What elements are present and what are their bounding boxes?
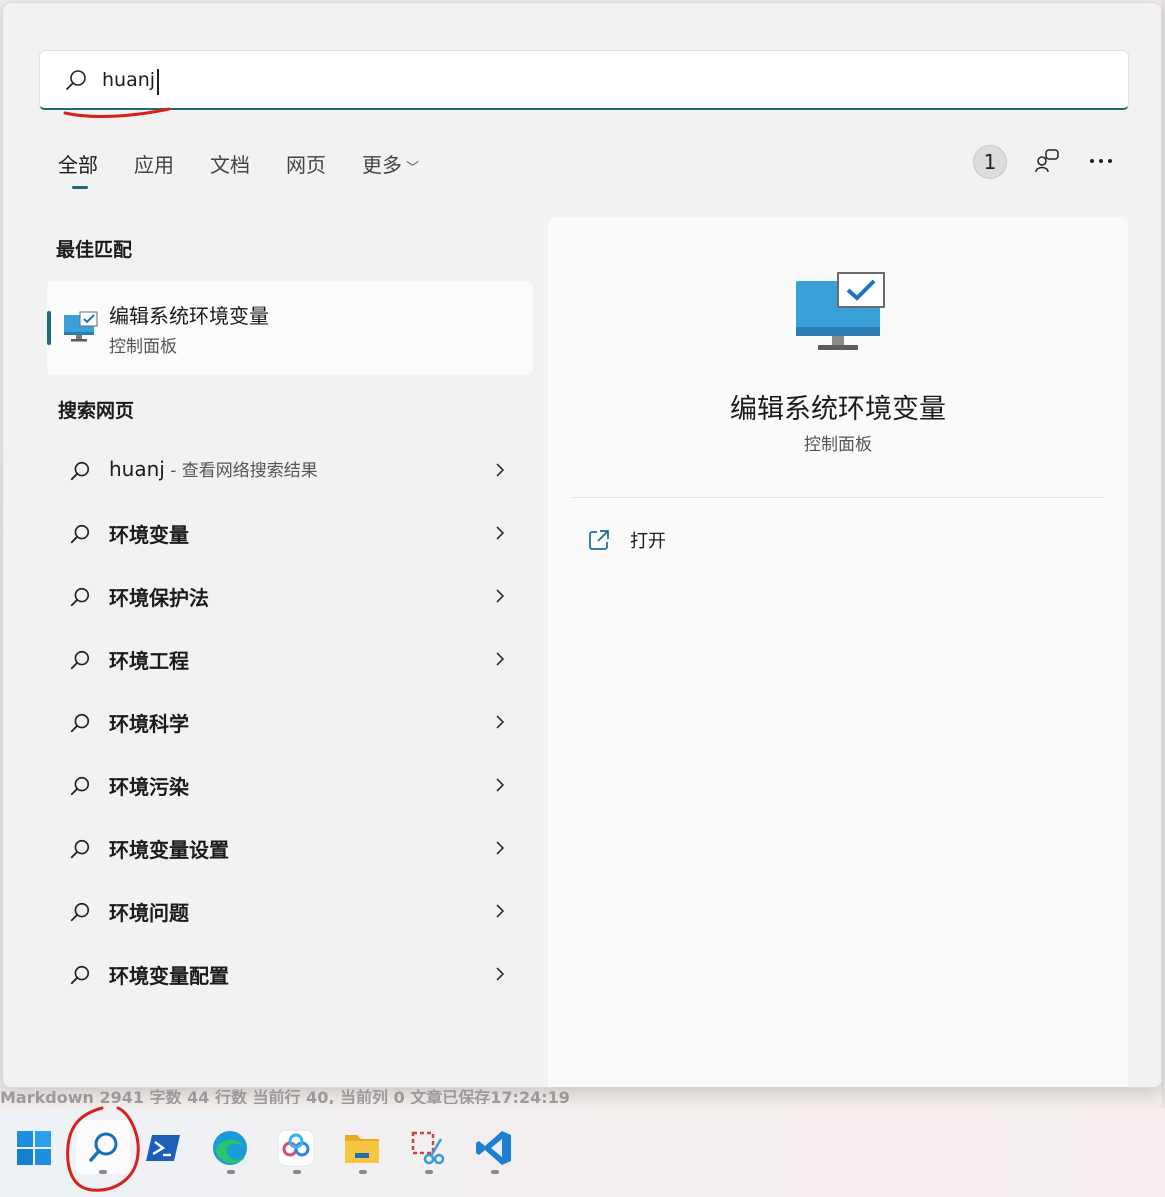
result-label: 环境工程 (109, 649, 189, 673)
result-label: 环境保护法 (109, 586, 209, 610)
best-match-subtitle: 控制面板 (109, 337, 177, 357)
chevron-right-icon (496, 715, 505, 729)
running-indicator (425, 1170, 433, 1174)
search-icon (70, 902, 90, 922)
search-icon (66, 69, 86, 90)
result-label: huanj (109, 457, 165, 481)
detail-title: 编辑系统环境变量 (730, 394, 946, 425)
search-box[interactable] (39, 50, 1129, 110)
search-icon (70, 461, 90, 481)
chevron-right-icon (496, 904, 505, 918)
list-item[interactable]: 环境保护法 (47, 565, 533, 628)
system-properties-icon (796, 272, 885, 350)
system-properties-icon (64, 311, 98, 342)
search-input[interactable] (102, 68, 1002, 91)
open-action[interactable]: 打开 (588, 527, 666, 553)
tab-more[interactable]: 更多 ﹀ (362, 149, 419, 189)
chevron-down-icon: ﹀ (406, 161, 420, 176)
running-indicator (227, 1170, 235, 1174)
powershell-icon[interactable] (142, 1126, 186, 1170)
selection-indicator (47, 311, 51, 345)
detail-pane: 编辑系统环境变量 控制面板 打开 (548, 217, 1128, 1087)
search-icon (70, 965, 90, 985)
people-share-icon[interactable] (1031, 145, 1063, 177)
start-icon[interactable] (12, 1126, 56, 1170)
red-annotation-circle (66, 1106, 140, 1192)
tab-apps[interactable]: 应用 (134, 149, 174, 189)
search-icon (70, 650, 90, 670)
list-item[interactable]: 环境污染 (47, 754, 533, 817)
chevron-right-icon (496, 463, 505, 477)
chevron-right-icon (496, 526, 505, 540)
open-label: 打开 (630, 531, 666, 552)
tab-documents[interactable]: 文档 (210, 149, 250, 189)
running-indicator (293, 1170, 301, 1174)
file-explorer-icon[interactable] (340, 1126, 384, 1170)
list-item[interactable]: 环境问题 (47, 880, 533, 943)
result-label: 环境问题 (109, 901, 189, 925)
list-item[interactable]: 环境变量配置 (47, 943, 533, 1006)
divider (572, 497, 1104, 498)
search-icon (70, 713, 90, 733)
list-item[interactable]: 环境科学 (47, 691, 533, 754)
detail-subtitle: 控制面板 (804, 435, 872, 455)
running-indicator (491, 1170, 499, 1174)
result-label: 环境污染 (109, 775, 189, 799)
search-icon (70, 839, 90, 859)
web-search-heading: 搜索网页 (58, 400, 135, 422)
red-annotation-underline (63, 107, 171, 118)
search-icon (70, 524, 90, 544)
tab-all[interactable]: 全部 (58, 149, 98, 189)
tab-web[interactable]: 网页 (286, 149, 326, 189)
best-match-heading: 最佳匹配 (56, 239, 133, 261)
list-item[interactable]: huanj - 查看网络搜索结果 (47, 439, 533, 502)
editor-statusbar: Markdown 2941 字数 44 行数 当前行 40, 当前列 0 文章已… (0, 1088, 570, 1104)
filter-tabs: 全部 应用 文档 网页 更多 ﹀ (58, 149, 455, 189)
result-label: 环境科学 (109, 712, 189, 736)
edge-icon[interactable] (208, 1126, 252, 1170)
taskbar (0, 1106, 1165, 1197)
chevron-right-icon (496, 589, 505, 603)
chevron-right-icon (496, 652, 505, 666)
best-match-name: 编辑系统环境变量 (109, 304, 269, 328)
text-caret (157, 69, 159, 95)
best-match-item[interactable]: 编辑系统环境变量 控制面板 (47, 281, 533, 375)
snipping-tool-icon[interactable] (406, 1126, 450, 1170)
running-indicator (359, 1170, 367, 1174)
list-item[interactable]: 环境变量 (47, 502, 533, 565)
baidu-netdisk-icon[interactable] (274, 1126, 318, 1170)
search-icon (70, 776, 90, 796)
chevron-right-icon (496, 967, 505, 981)
result-label: 环境变量设置 (109, 838, 229, 862)
rewards-badge[interactable]: 1 (973, 145, 1007, 179)
result-label: 环境变量配置 (109, 964, 229, 988)
open-external-icon (589, 530, 609, 550)
list-item[interactable]: 环境工程 (47, 628, 533, 691)
web-search-list: huanj - 查看网络搜索结果 环境变量 环境保护法 环境工程 环境科学 环境… (47, 439, 533, 1006)
chevron-right-icon (496, 778, 505, 792)
vscode-icon[interactable] (472, 1126, 516, 1170)
more-options-icon[interactable] (1085, 145, 1117, 177)
result-label: 环境变量 (109, 523, 189, 547)
search-icon (70, 587, 90, 607)
search-flyout: 全部 应用 文档 网页 更多﹀ 1 最佳匹配 编辑系统环境变量 控制面板 搜索网 (2, 2, 1162, 1088)
list-item[interactable]: 环境变量设置 (47, 817, 533, 880)
chevron-right-icon (496, 841, 505, 855)
result-hint: - 查看网络搜索结果 (164, 461, 318, 481)
